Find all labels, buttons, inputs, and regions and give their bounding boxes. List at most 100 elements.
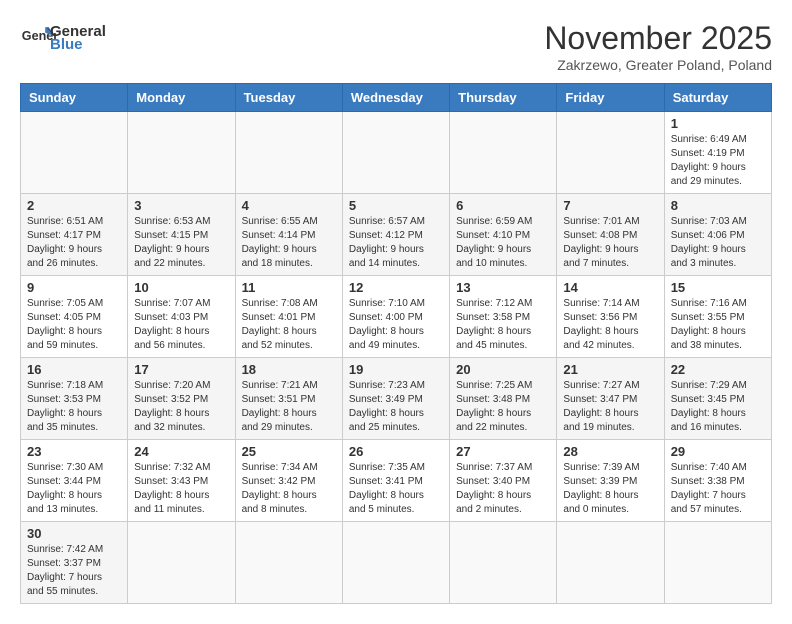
- day-number: 21: [563, 362, 657, 377]
- day-info: Sunrise: 7:20 AMSunset: 3:52 PMDaylight:…: [134, 379, 228, 435]
- calendar-day-cell: 3 Sunrise: 6:53 AMSunset: 4:15 PMDaylight…: [128, 194, 235, 276]
- day-number: 27: [456, 444, 550, 459]
- day-number: 30: [27, 526, 121, 541]
- day-info: Sunrise: 6:55 AMSunset: 4:14 PMDaylight:…: [242, 215, 336, 271]
- calendar-week-row: 9 Sunrise: 7:05 AMSunset: 4:05 PMDaylight…: [21, 276, 772, 358]
- day-info: Sunrise: 6:57 AMSunset: 4:12 PMDaylight:…: [349, 215, 443, 271]
- calendar-week-row: 30Sunrise: 7:42 AMSunset: 3:37 PMDayligh…: [21, 522, 772, 604]
- day-info: Sunrise: 7:30 AMSunset: 3:44 PMDaylight:…: [27, 461, 121, 517]
- title-section: November 2025 Zakrzewo, Greater Poland, …: [544, 20, 772, 73]
- calendar-day-cell: [450, 112, 557, 194]
- calendar-day-cell: 10 Sunrise: 7:07 AMSunset: 4:03 PMDayligh…: [128, 276, 235, 358]
- day-info: Sunrise: 7:34 AMSunset: 3:42 PMDaylight:…: [242, 461, 336, 517]
- calendar-day-cell: 5 Sunrise: 6:57 AMSunset: 4:12 PMDaylight…: [342, 194, 449, 276]
- day-info: Sunrise: 7:18 AMSunset: 3:53 PMDaylight:…: [27, 379, 121, 435]
- calendar-day-cell: [21, 112, 128, 194]
- calendar-day-cell: [235, 522, 342, 604]
- calendar-day-cell: 4 Sunrise: 6:55 AMSunset: 4:14 PMDaylight…: [235, 194, 342, 276]
- day-info: Sunrise: 7:05 AMSunset: 4:05 PMDaylight:…: [27, 297, 121, 353]
- day-info: Sunrise: 7:01 AMSunset: 4:08 PMDaylight:…: [563, 215, 657, 271]
- calendar-day-cell: 28Sunrise: 7:39 AMSunset: 3:39 PMDayligh…: [557, 440, 664, 522]
- logo-blue-text: Blue: [50, 36, 106, 53]
- calendar-day-header: Wednesday: [342, 84, 449, 112]
- calendar-day-cell: 7 Sunrise: 7:01 AMSunset: 4:08 PMDaylight…: [557, 194, 664, 276]
- day-info: Sunrise: 7:29 AMSunset: 3:45 PMDaylight:…: [671, 379, 765, 435]
- day-info: Sunrise: 7:37 AMSunset: 3:40 PMDaylight:…: [456, 461, 550, 517]
- day-info: Sunrise: 7:25 AMSunset: 3:48 PMDaylight:…: [456, 379, 550, 435]
- day-info: Sunrise: 7:21 AMSunset: 3:51 PMDaylight:…: [242, 379, 336, 435]
- calendar-day-cell: [128, 522, 235, 604]
- day-info: Sunrise: 7:07 AMSunset: 4:03 PMDaylight:…: [134, 297, 228, 353]
- calendar-day-cell: [342, 522, 449, 604]
- calendar-day-cell: [450, 522, 557, 604]
- day-info: Sunrise: 7:27 AMSunset: 3:47 PMDaylight:…: [563, 379, 657, 435]
- day-number: 12: [349, 280, 443, 295]
- calendar-day-cell: 13Sunrise: 7:12 AMSunset: 3:58 PMDayligh…: [450, 276, 557, 358]
- day-info: Sunrise: 7:32 AMSunset: 3:43 PMDaylight:…: [134, 461, 228, 517]
- calendar-header-row: SundayMondayTuesdayWednesdayThursdayFrid…: [21, 84, 772, 112]
- calendar-day-cell: 18 Sunrise: 7:21 AMSunset: 3:51 PMDayligh…: [235, 358, 342, 440]
- day-info: Sunrise: 7:08 AMSunset: 4:01 PMDaylight:…: [242, 297, 336, 353]
- calendar-day-cell: 20Sunrise: 7:25 AMSunset: 3:48 PMDayligh…: [450, 358, 557, 440]
- calendar-week-row: 2 Sunrise: 6:51 AMSunset: 4:17 PMDaylight…: [21, 194, 772, 276]
- calendar-day-cell: 6 Sunrise: 6:59 AMSunset: 4:10 PMDaylight…: [450, 194, 557, 276]
- calendar-day-cell: 21 Sunrise: 7:27 AMSunset: 3:47 PMDayligh…: [557, 358, 664, 440]
- day-number: 6: [456, 198, 550, 213]
- calendar-day-cell: [342, 112, 449, 194]
- day-number: 7: [563, 198, 657, 213]
- day-number: 13: [456, 280, 550, 295]
- calendar-day-cell: 19 Sunrise: 7:23 AMSunset: 3:49 PMDayligh…: [342, 358, 449, 440]
- calendar-day-cell: [557, 522, 664, 604]
- day-number: 9: [27, 280, 121, 295]
- calendar-day-header: Sunday: [21, 84, 128, 112]
- day-number: 22: [671, 362, 765, 377]
- day-number: 3: [134, 198, 228, 213]
- calendar-day-cell: 8 Sunrise: 7:03 AMSunset: 4:06 PMDaylight…: [664, 194, 771, 276]
- calendar-day-header: Tuesday: [235, 84, 342, 112]
- day-info: Sunrise: 6:53 AMSunset: 4:15 PMDaylight:…: [134, 215, 228, 271]
- day-number: 29: [671, 444, 765, 459]
- calendar-day-cell: 22 Sunrise: 7:29 AMSunset: 3:45 PMDayligh…: [664, 358, 771, 440]
- day-number: 25: [242, 444, 336, 459]
- logo: General General Blue: [20, 20, 106, 56]
- day-info: Sunrise: 7:40 AMSunset: 3:38 PMDaylight:…: [671, 461, 765, 517]
- calendar-table: SundayMondayTuesdayWednesdayThursdayFrid…: [20, 83, 772, 604]
- calendar-day-cell: 11 Sunrise: 7:08 AMSunset: 4:01 PMDayligh…: [235, 276, 342, 358]
- day-info: Sunrise: 7:03 AMSunset: 4:06 PMDaylight:…: [671, 215, 765, 271]
- day-info: Sunrise: 6:49 AMSunset: 4:19 PMDaylight:…: [671, 133, 765, 189]
- calendar-day-header: Friday: [557, 84, 664, 112]
- calendar-day-cell: 17 Sunrise: 7:20 AMSunset: 3:52 PMDayligh…: [128, 358, 235, 440]
- calendar-day-cell: [557, 112, 664, 194]
- day-number: 8: [671, 198, 765, 213]
- day-info: Sunrise: 7:14 AMSunset: 3:56 PMDaylight:…: [563, 297, 657, 353]
- day-number: 19: [349, 362, 443, 377]
- day-info: Sunrise: 6:51 AMSunset: 4:17 PMDaylight:…: [27, 215, 121, 271]
- day-number: 10: [134, 280, 228, 295]
- day-number: 16: [27, 362, 121, 377]
- calendar-day-header: Thursday: [450, 84, 557, 112]
- day-number: 2: [27, 198, 121, 213]
- day-info: Sunrise: 7:23 AMSunset: 3:49 PMDaylight:…: [349, 379, 443, 435]
- calendar-day-cell: 24Sunrise: 7:32 AMSunset: 3:43 PMDayligh…: [128, 440, 235, 522]
- day-number: 5: [349, 198, 443, 213]
- calendar-week-row: 23 Sunrise: 7:30 AMSunset: 3:44 PMDayligh…: [21, 440, 772, 522]
- calendar-day-cell: 9 Sunrise: 7:05 AMSunset: 4:05 PMDaylight…: [21, 276, 128, 358]
- calendar-day-cell: [128, 112, 235, 194]
- day-number: 23: [27, 444, 121, 459]
- day-number: 15: [671, 280, 765, 295]
- day-info: Sunrise: 7:16 AMSunset: 3:55 PMDaylight:…: [671, 297, 765, 353]
- calendar-day-cell: 1 Sunrise: 6:49 AMSunset: 4:19 PMDaylight…: [664, 112, 771, 194]
- calendar-week-row: 16 Sunrise: 7:18 AMSunset: 3:53 PMDayligh…: [21, 358, 772, 440]
- month-title: November 2025: [544, 20, 772, 57]
- calendar-day-cell: 26Sunrise: 7:35 AMSunset: 3:41 PMDayligh…: [342, 440, 449, 522]
- calendar-day-cell: 12Sunrise: 7:10 AMSunset: 4:00 PMDayligh…: [342, 276, 449, 358]
- day-number: 28: [563, 444, 657, 459]
- day-number: 17: [134, 362, 228, 377]
- day-number: 4: [242, 198, 336, 213]
- calendar-day-header: Saturday: [664, 84, 771, 112]
- day-number: 11: [242, 280, 336, 295]
- day-number: 18: [242, 362, 336, 377]
- day-number: 1: [671, 116, 765, 131]
- day-info: Sunrise: 6:59 AMSunset: 4:10 PMDaylight:…: [456, 215, 550, 271]
- day-number: 26: [349, 444, 443, 459]
